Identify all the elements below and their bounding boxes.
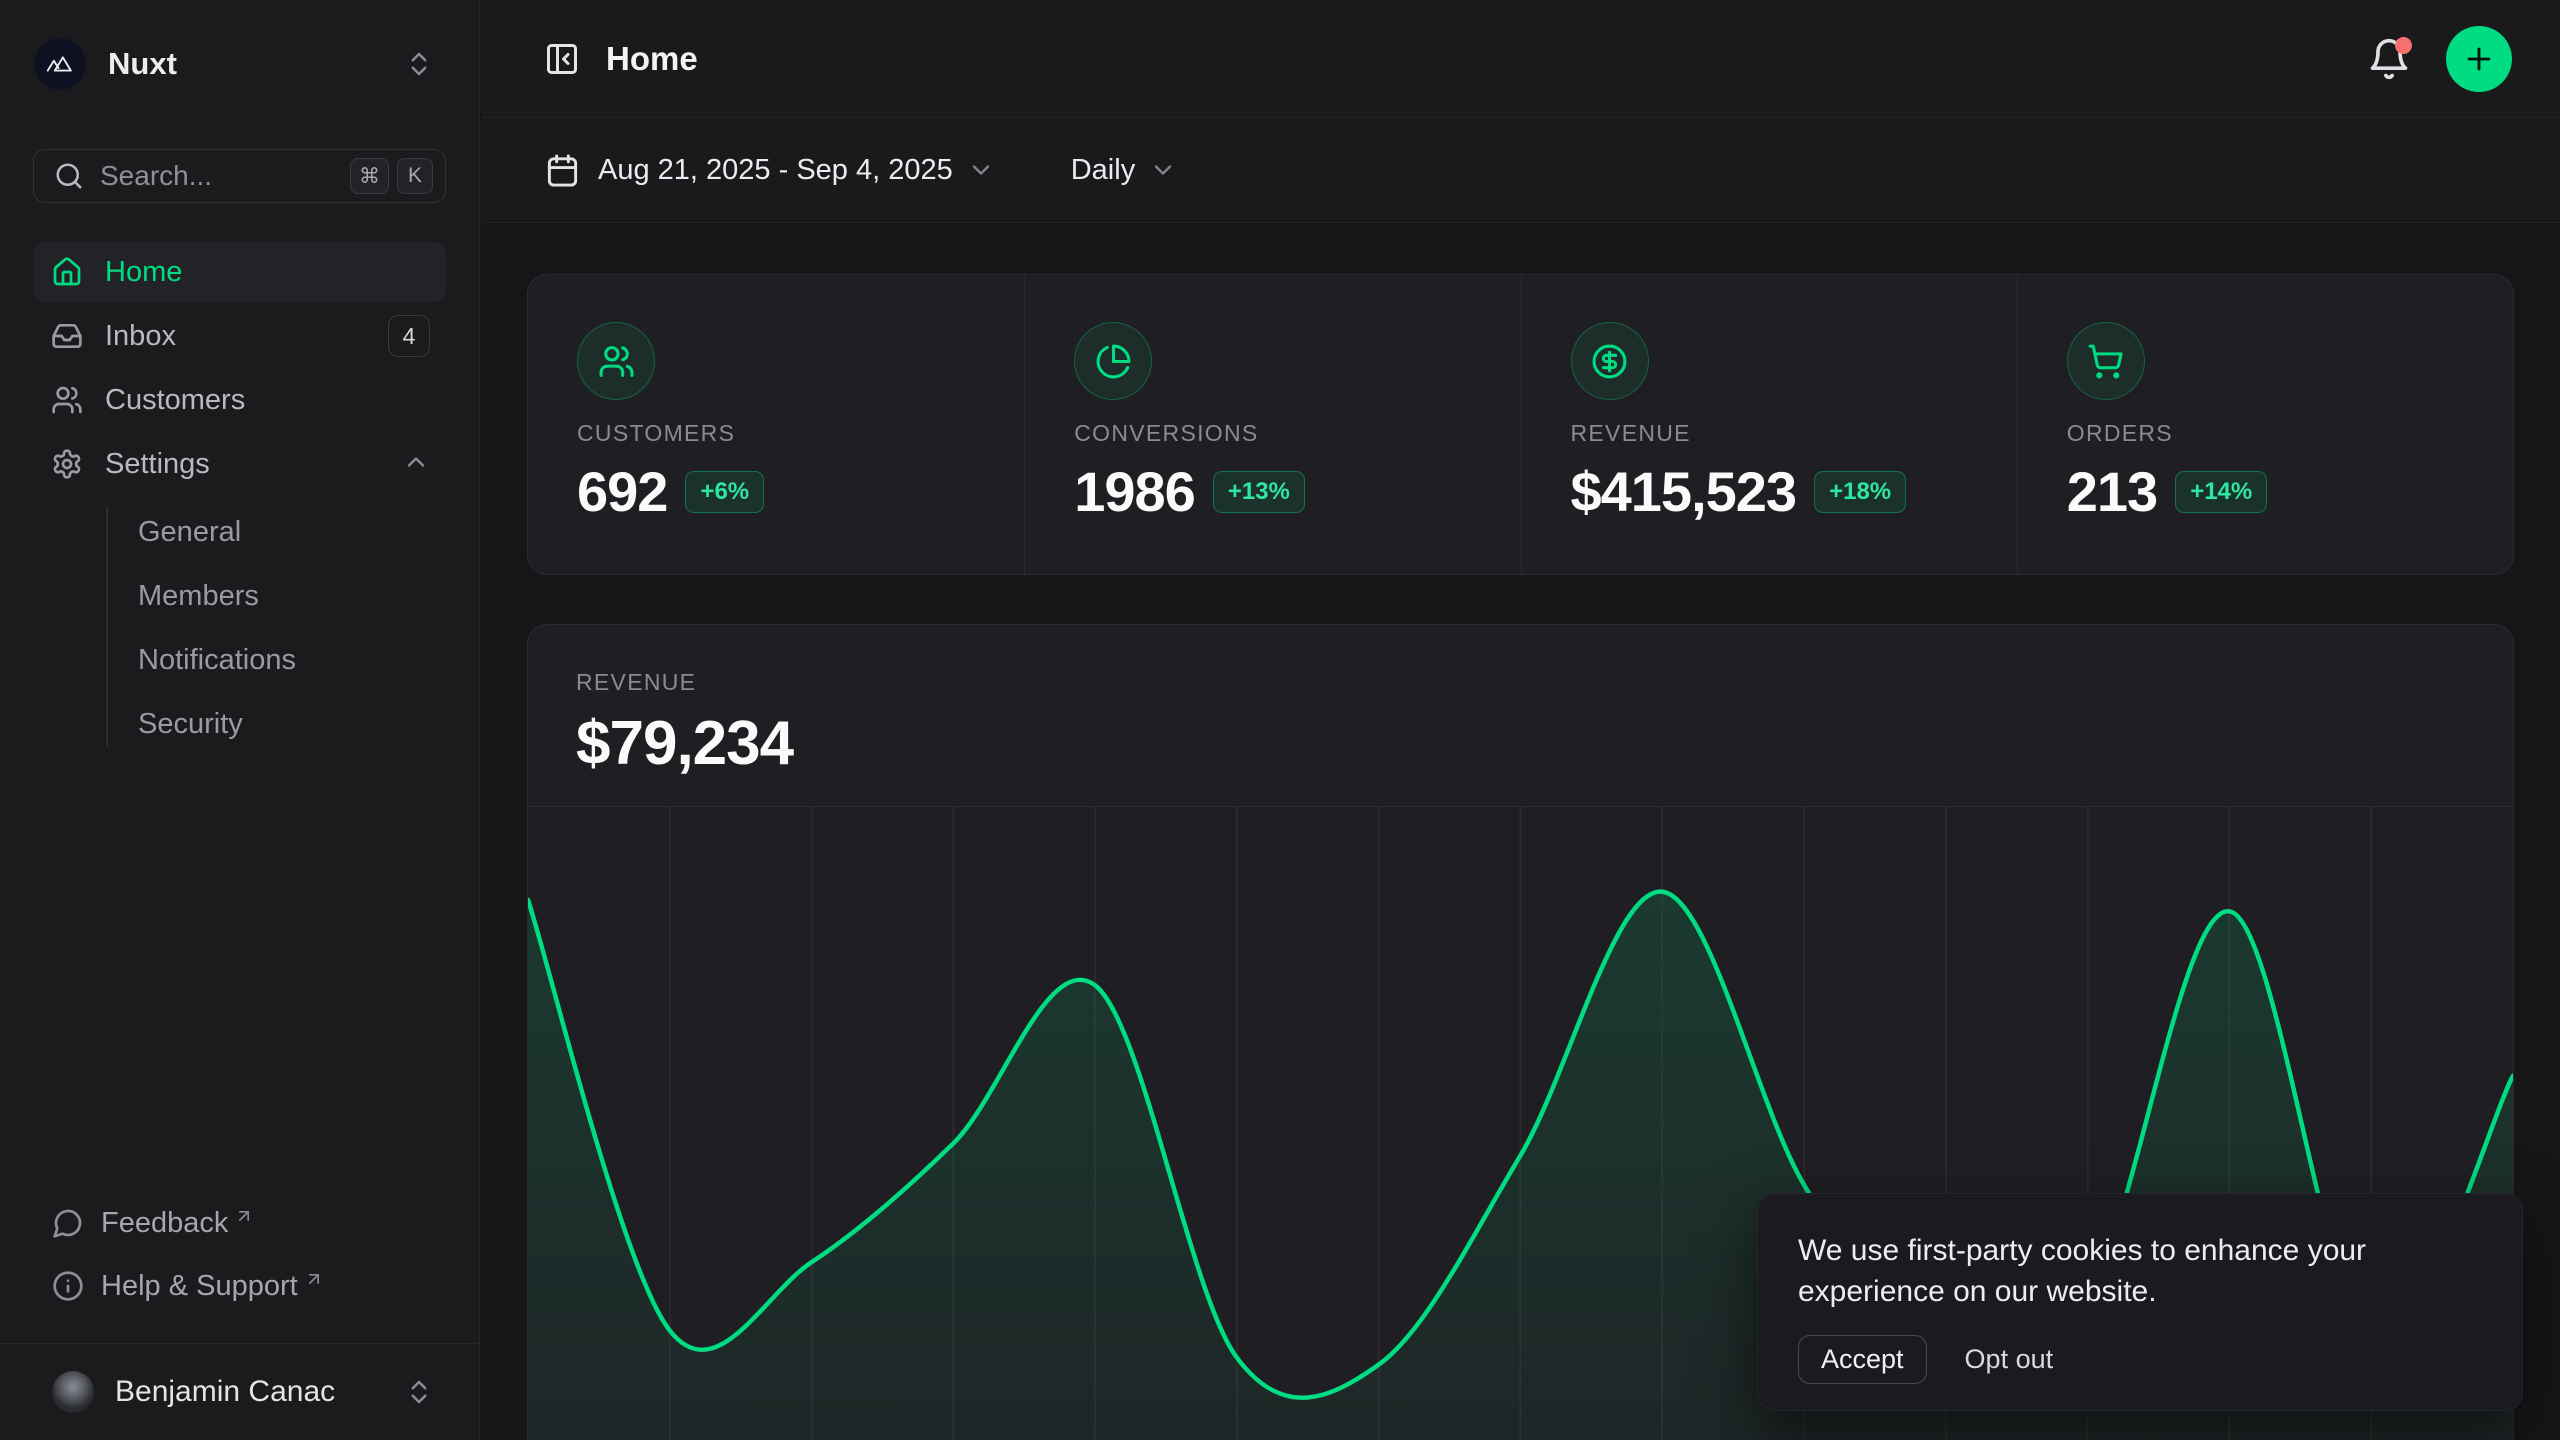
sidebar-item-security[interactable]: Security <box>138 692 413 756</box>
user-name: Benjamin Canac <box>115 1375 399 1409</box>
stat-value: 692 <box>577 459 667 524</box>
revenue-chart-value: $79,234 <box>576 708 2465 779</box>
sidebar-item-notifications[interactable]: Notifications <box>138 628 413 692</box>
stat-value: $415,523 <box>1571 459 1797 524</box>
stat-orders[interactable]: ORDERS 213 +14% <box>2017 275 2513 574</box>
info-circle-icon <box>52 1270 84 1302</box>
search-icon <box>54 161 84 191</box>
add-button[interactable] <box>2446 26 2512 92</box>
sidebar-item-label: Settings <box>105 448 402 481</box>
house-icon <box>51 256 83 288</box>
workspace-name: Nuxt <box>108 46 399 82</box>
notification-dot <box>2395 37 2412 54</box>
stat-label: CONVERSIONS <box>1074 420 1520 447</box>
stat-value: 213 <box>2067 459 2157 524</box>
sidebar: Nuxt Search... ⌘ K Home <box>0 0 480 1440</box>
search-placeholder: Search... <box>100 160 342 192</box>
chevron-down-icon <box>1149 156 1177 184</box>
panel-left-close-icon[interactable] <box>544 41 580 77</box>
user-menu[interactable]: Benjamin Canac <box>0 1343 479 1440</box>
chevron-up-icon <box>402 448 430 481</box>
kbd-k: K <box>397 158 433 194</box>
users-icon <box>51 384 83 416</box>
granularity-select[interactable]: Daily <box>1071 154 1135 187</box>
sidebar-footer-links: Feedback Help & Support <box>33 1195 446 1321</box>
search-input[interactable]: Search... ⌘ K <box>33 149 446 203</box>
sidebar-item-settings[interactable]: Settings <box>33 434 446 494</box>
gear-icon <box>51 448 83 480</box>
calendar-icon <box>545 153 580 188</box>
cookie-banner: We use first-party cookies to enhance yo… <box>1757 1193 2523 1411</box>
cookie-message: We use first-party cookies to enhance yo… <box>1798 1230 2482 1312</box>
pie-chart-icon <box>1074 322 1152 400</box>
revenue-chart-header: REVENUE $79,234 <box>528 625 2513 779</box>
users-icon <box>577 322 655 400</box>
stat-label: CUSTOMERS <box>577 420 1024 447</box>
feedback-link[interactable]: Feedback <box>33 1195 446 1251</box>
revenue-chart-label: REVENUE <box>576 669 2465 696</box>
chevron-down-icon <box>967 156 995 184</box>
help-support-link[interactable]: Help & Support <box>33 1258 446 1314</box>
stat-delta-badge: +6% <box>685 471 764 513</box>
sidebar-item-home[interactable]: Home <box>33 242 446 302</box>
sidebar-item-customers[interactable]: Customers <box>33 370 446 430</box>
help-support-label: Help & Support <box>101 1270 298 1303</box>
stat-delta-badge: +14% <box>2175 471 2267 513</box>
external-link-icon <box>234 1206 254 1226</box>
sidebar-item-label: Customers <box>105 384 430 417</box>
notifications-button[interactable] <box>2365 35 2413 83</box>
avatar <box>52 1371 94 1413</box>
plus-icon <box>2462 42 2496 76</box>
page-title: Home <box>606 40 2365 78</box>
external-link-icon <box>304 1269 324 1289</box>
sidebar-item-members[interactable]: Members <box>138 564 413 628</box>
sidebar-nav: Home Inbox 4 Customers Settings <box>33 242 446 756</box>
speech-bubble-icon <box>52 1207 84 1239</box>
sidebar-spacer <box>0 756 479 1195</box>
stat-delta-badge: +13% <box>1213 471 1305 513</box>
stat-delta-badge: +18% <box>1814 471 1906 513</box>
sidebar-item-label: Home <box>105 256 430 289</box>
opt-out-button[interactable]: Opt out <box>1965 1344 2054 1375</box>
stat-revenue[interactable]: REVENUE $415,523 +18% <box>1521 275 2017 574</box>
stat-label: ORDERS <box>2067 420 2513 447</box>
kbd-meta: ⌘ <box>350 158 389 194</box>
page-header: Home <box>481 0 2560 118</box>
filters-toolbar: Aug 21, 2025 - Sep 4, 2025 Daily <box>481 118 2560 223</box>
chevrons-up-down-icon[interactable] <box>399 44 439 84</box>
stats-card: CUSTOMERS 692 +6% CONVERSIONS 1986 +13% <box>527 274 2514 575</box>
subnav-guide-line <box>106 506 108 746</box>
feedback-label: Feedback <box>101 1207 228 1240</box>
nuxt-logo-icon <box>34 38 86 90</box>
dollar-circle-icon <box>1571 322 1649 400</box>
sidebar-item-inbox[interactable]: Inbox 4 <box>33 306 446 366</box>
dashboard-app: Nuxt Search... ⌘ K Home <box>0 0 2560 1440</box>
workspace-switcher[interactable]: Nuxt <box>34 38 439 90</box>
stat-conversions[interactable]: CONVERSIONS 1986 +13% <box>1024 275 1520 574</box>
chevrons-up-down-icon <box>399 1372 439 1412</box>
sidebar-item-label: Inbox <box>105 320 388 353</box>
inbox-tray-icon <box>51 320 83 352</box>
date-range-picker[interactable]: Aug 21, 2025 - Sep 4, 2025 <box>598 154 953 187</box>
stat-customers[interactable]: CUSTOMERS 692 +6% <box>528 275 1024 574</box>
cart-icon <box>2067 322 2145 400</box>
settings-subnav: General Members Notifications Security <box>66 500 413 756</box>
accept-button[interactable]: Accept <box>1798 1335 1927 1384</box>
stat-label: REVENUE <box>1571 420 2017 447</box>
sidebar-item-general[interactable]: General <box>138 500 413 564</box>
inbox-count-badge: 4 <box>388 315 430 357</box>
stat-value: 1986 <box>1074 459 1195 524</box>
